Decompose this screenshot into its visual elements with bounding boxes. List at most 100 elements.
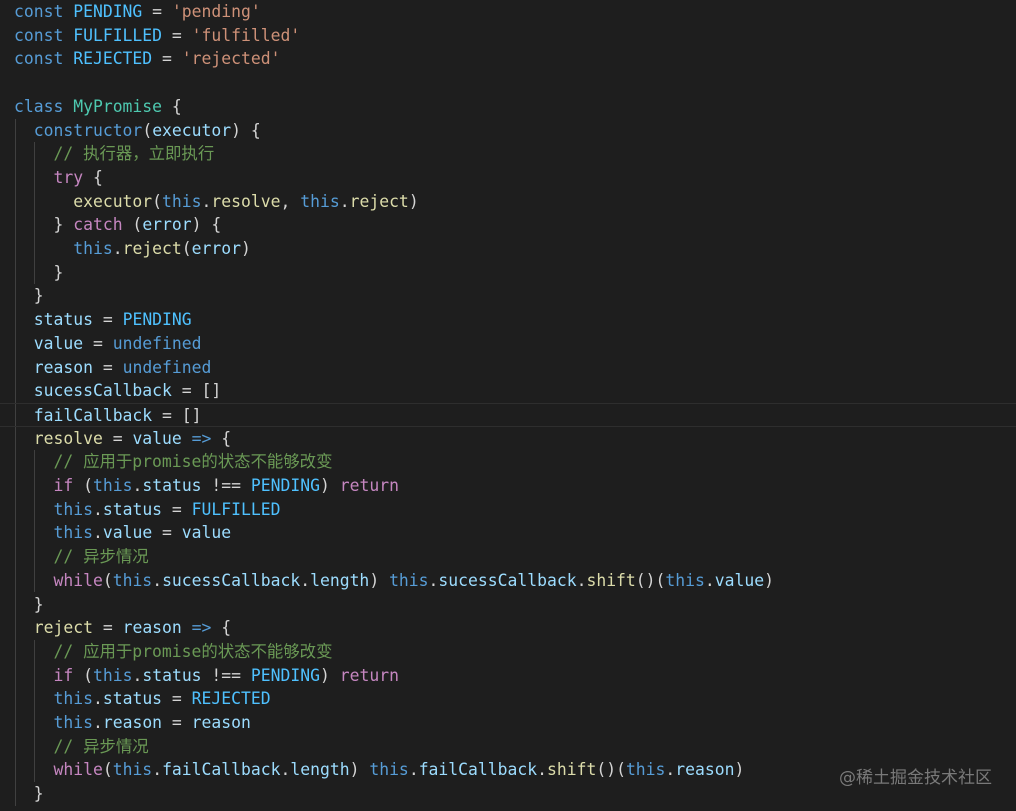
code-token: length <box>310 570 370 590</box>
code-line[interactable]: if (this.status !== PENDING) return <box>14 664 398 688</box>
code-token: . <box>428 570 439 590</box>
code-token: = <box>83 333 113 353</box>
code-token: . <box>112 239 123 258</box>
code-token: this <box>53 499 93 519</box>
code-token: = <box>92 618 123 638</box>
code-line[interactable]: const PENDING = 'pending' <box>14 0 261 24</box>
code-token: reason <box>191 713 251 732</box>
code-token: value <box>102 523 153 543</box>
code-token: shift <box>586 570 636 590</box>
code-token: sucessCallback <box>162 570 301 590</box>
code-line[interactable]: } <box>14 261 63 285</box>
code-line[interactable]: executor(this.resolve, this.reject) <box>14 190 419 214</box>
code-token: constructor <box>33 120 143 140</box>
code-token: this <box>73 239 113 258</box>
code-token: ) <box>408 191 419 211</box>
code-token: . <box>92 689 103 709</box>
code-line[interactable]: const REJECTED = 'rejected' <box>14 47 280 71</box>
code-line[interactable]: resolve = value => { <box>14 427 231 451</box>
code-token: 'fulfilled' <box>191 25 301 45</box>
code-token: } <box>14 262 64 282</box>
code-token: ) <box>349 760 370 780</box>
code-token: { <box>83 167 103 187</box>
code-token: if <box>53 665 74 685</box>
code-token: // 应用于promise的状态不能够改变 <box>53 452 333 472</box>
code-token: MyPromise <box>73 96 163 116</box>
code-line[interactable]: while(this.failCallback.length) this.fai… <box>14 758 744 782</box>
code-token: PENDING <box>73 2 143 21</box>
code-token: } <box>14 215 74 235</box>
code-token: . <box>576 570 587 590</box>
code-token: } <box>14 784 44 804</box>
code-token: resolve <box>211 191 281 211</box>
code-line[interactable]: // 异步情况 <box>14 735 148 759</box>
code-line[interactable]: const FULFILLED = 'fulfilled' <box>14 24 300 48</box>
code-editor[interactable]: const PENDING = 'pending' const FULFILLED… <box>0 0 1016 811</box>
code-line[interactable]: while(this.sucessCallback.length) this.s… <box>14 569 774 593</box>
code-token: catch <box>73 215 123 235</box>
code-token: status <box>102 499 163 519</box>
code-token: = [] <box>171 381 222 401</box>
code-line[interactable]: // 应用于promise的状态不能够改变 <box>14 640 332 664</box>
code-line[interactable]: if (this.status !== PENDING) return <box>14 474 398 498</box>
code-token: { <box>211 618 232 638</box>
code-line[interactable]: this.value = value <box>14 521 231 545</box>
code-token: reason <box>102 713 163 732</box>
code-line[interactable]: try { <box>14 166 103 190</box>
code-token: reason <box>675 760 735 780</box>
code-token: PENDING <box>122 310 192 330</box>
code-line[interactable]: reject = reason => { <box>14 616 231 640</box>
code-line[interactable]: this.status = FULFILLED <box>14 498 280 522</box>
code-token: this <box>53 523 93 543</box>
code-token: executor <box>152 120 232 140</box>
code-token: this <box>53 689 93 709</box>
code-line[interactable]: // 异步情况 <box>14 545 148 569</box>
code-token: . <box>92 523 103 543</box>
code-token: this <box>92 665 133 685</box>
code-line[interactable]: this.status = REJECTED <box>14 687 271 711</box>
code-token: ()( <box>596 760 626 780</box>
code-token: ( <box>73 476 93 495</box>
code-token: undefined <box>122 357 212 377</box>
code-line[interactable]: constructor(executor) { <box>14 119 261 143</box>
code-token: 'pending' <box>171 2 261 21</box>
code-line[interactable]: } catch (error) { <box>14 213 221 237</box>
code-line[interactable]: } <box>14 593 44 617</box>
code-line[interactable]: sucessCallback = [] <box>14 379 222 403</box>
code-token: reject <box>33 618 93 638</box>
code-line[interactable]: } <box>14 782 44 806</box>
code-line[interactable]: this.reject(error) <box>14 237 251 261</box>
code-token: reason <box>122 618 182 638</box>
code-line[interactable]: value = undefined <box>14 332 202 356</box>
code-token: ( <box>142 120 153 140</box>
code-token: class <box>14 96 64 116</box>
code-token: status <box>142 665 202 685</box>
code-token: this <box>53 713 93 732</box>
code-token: . <box>92 499 103 519</box>
code-line[interactable]: status = PENDING <box>14 308 192 332</box>
code-token: this <box>112 760 153 780</box>
code-line[interactable]: // 应用于promise的状态不能够改变 <box>14 450 332 474</box>
code-token: 'rejected' <box>181 49 281 69</box>
code-token: reason <box>33 357 93 377</box>
code-line[interactable]: class MyPromise { <box>14 95 182 119</box>
code-line[interactable]: failCallback = [] <box>0 402 1016 427</box>
code-line[interactable]: } <box>14 284 44 308</box>
code-line[interactable]: reason = undefined <box>14 356 212 380</box>
code-token: REJECTED <box>191 689 271 709</box>
code-line[interactable]: this.reason = reason <box>14 711 251 735</box>
code-token: ) <box>319 476 340 495</box>
code-token: ) { <box>231 120 261 140</box>
code-line[interactable]: // 执行器，立即执行 <box>14 142 214 166</box>
